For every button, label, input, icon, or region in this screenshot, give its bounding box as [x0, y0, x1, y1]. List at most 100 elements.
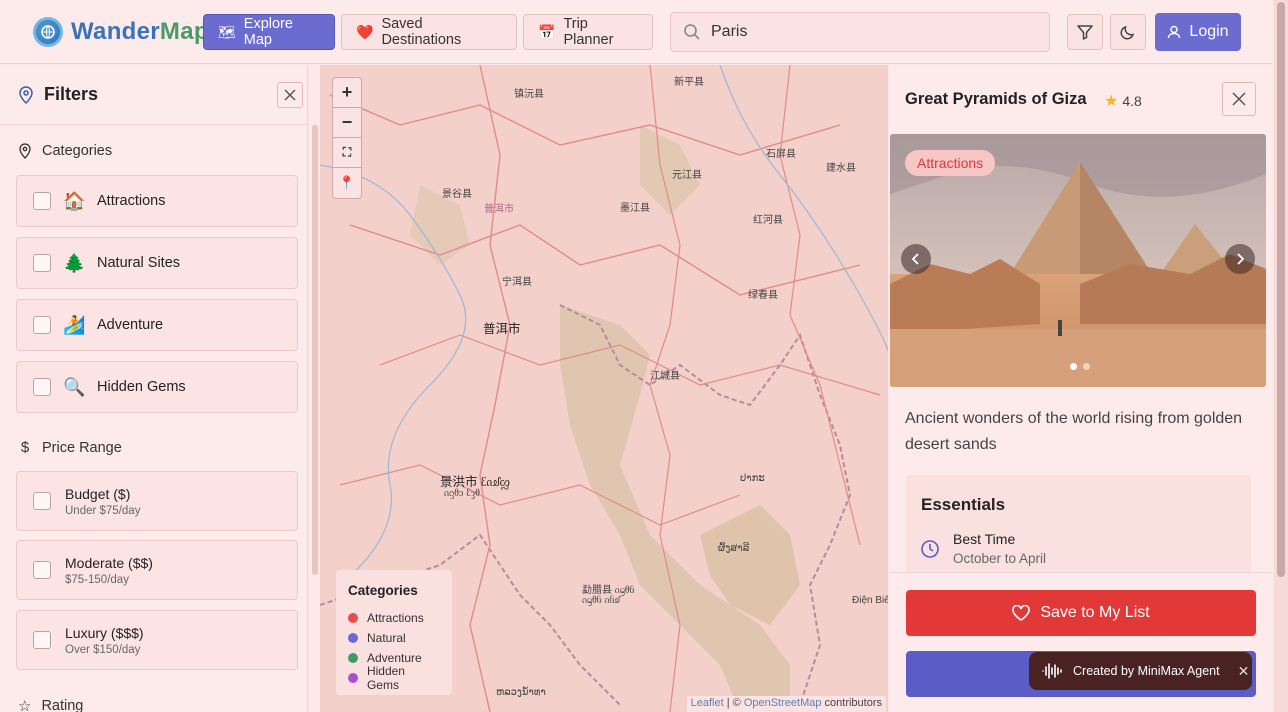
toast-close-icon[interactable]: ✕ — [1238, 663, 1250, 680]
map-view[interactable]: 镇沅县 新平县 石屏县 元江县 墨江县 景谷县 普洱市 建水县 红河县 宁洱县 … — [320, 65, 888, 712]
legend-label: Adventure — [367, 651, 422, 665]
explore-map-button[interactable]: 🗺 Explore Map — [203, 14, 335, 50]
adventure-label: Adventure — [97, 317, 164, 333]
luxury-title: Luxury ($$$) — [65, 624, 144, 641]
app-logo[interactable]: WanderMap — [33, 17, 209, 47]
close-icon — [1232, 92, 1246, 106]
house-icon: 🏠 — [63, 190, 86, 211]
hidden-gems-checkbox[interactable] — [33, 378, 51, 396]
price-range-label: Price Range — [42, 439, 122, 456]
destination-detail-panel: Great Pyramids of Giza ★ 4.8 Attractions — [889, 65, 1272, 712]
natural-sites-checkbox[interactable] — [33, 254, 51, 272]
legend-dot — [348, 673, 358, 683]
login-button[interactable]: Login — [1155, 13, 1241, 51]
map-place-label: 红河县 — [753, 215, 783, 226]
map-place-label: 宁洱县 — [502, 277, 532, 288]
close-filters-button[interactable] — [277, 82, 303, 108]
search-bar[interactable] — [670, 12, 1050, 52]
surfer-icon: 🏄 — [63, 314, 86, 335]
save-to-list-button[interactable]: Save to My List — [906, 590, 1256, 636]
toast-text: Created by MiniMax Agent — [1073, 664, 1220, 678]
close-icon — [284, 89, 296, 101]
map-city-label: 普洱市 — [483, 322, 521, 336]
budget-checkbox[interactable] — [33, 492, 51, 510]
filter-category-attractions[interactable]: 🏠 Attractions — [16, 175, 298, 227]
globe-icon — [33, 17, 63, 47]
legend-label: Hidden Gems — [366, 664, 405, 692]
map-place-label: 景谷县 — [442, 189, 472, 200]
map-place-label: 建水县 — [826, 163, 856, 174]
magnifier-icon: 🔍 — [63, 376, 86, 397]
leaflet-link[interactable]: Leaflet — [691, 697, 724, 709]
filter-category-natural-sites[interactable]: 🌲 Natural Sites — [16, 237, 298, 289]
legend-dot — [348, 633, 358, 643]
zoom-in-button[interactable]: + — [333, 78, 361, 108]
category-tag: Attractions — [905, 150, 996, 176]
map-place-label: 普洱市 — [484, 204, 514, 215]
created-by-toast: Created by MiniMax Agent ✕ — [1029, 652, 1252, 690]
hidden-gems-label: Hidden Gems — [97, 379, 186, 395]
filter-icon — [1077, 25, 1093, 40]
legend-label: Attractions — [367, 611, 424, 625]
luxury-subtitle: Over $150/day — [65, 643, 141, 656]
app-header: WanderMap 🗺 Explore Map ❤️ Saved Destina… — [0, 0, 1272, 64]
star-outline-icon: ☆ — [18, 698, 32, 712]
page-scrollbar[interactable] — [1274, 0, 1288, 712]
moderate-checkbox[interactable] — [33, 561, 51, 579]
page-scrollbar-thumb[interactable] — [1277, 2, 1285, 577]
filter-price-budget[interactable]: Budget ($) Under $75/day — [16, 471, 298, 531]
clock-icon — [921, 540, 939, 558]
filter-category-hidden-gems[interactable]: 🔍 Hidden Gems — [16, 361, 298, 413]
waveform-icon — [1042, 663, 1062, 679]
carousel-prev-button[interactable] — [901, 244, 931, 274]
close-detail-button[interactable] — [1222, 82, 1256, 116]
dark-mode-toggle[interactable] — [1110, 14, 1146, 50]
saved-destinations-label: Saved Destinations — [381, 16, 462, 48]
destination-photo-carousel[interactable]: Attractions — [890, 134, 1266, 387]
filter-category-adventure[interactable]: 🏄 Adventure — [16, 299, 298, 351]
trip-planner-button[interactable]: 📅 Trip Planner — [523, 14, 653, 50]
login-label: Login — [1189, 23, 1229, 40]
moderate-subtitle: $75-150/day — [65, 573, 129, 586]
rating-label: Rating — [41, 698, 84, 712]
essentials-title: Essentials — [921, 495, 1006, 514]
carousel-dot[interactable] — [1070, 363, 1077, 370]
filter-price-moderate[interactable]: Moderate ($$) $75-150/day — [16, 540, 298, 600]
map-place-label: ຫລວງນ້ຳທາ — [496, 687, 546, 698]
map-place-label: 元江县 — [672, 170, 702, 181]
map-place-label: 墨江县 — [620, 203, 650, 214]
legend-dot — [348, 653, 358, 663]
zoom-out-button[interactable]: − — [333, 108, 361, 138]
app-name: WanderMap — [71, 18, 209, 46]
rating-section-label: ☆ Rating — [18, 697, 83, 712]
legend-dot — [348, 613, 358, 623]
filter-toggle-button[interactable] — [1067, 14, 1103, 50]
map-legend: Categories Attractions Natural Adventure… — [336, 570, 452, 695]
tree-icon: 🌲 — [63, 252, 86, 273]
fullscreen-button[interactable]: ⛶ — [333, 138, 361, 168]
map-place-label: 石屏县 — [766, 149, 796, 160]
search-input[interactable] — [711, 23, 1031, 41]
carousel-next-button[interactable] — [1225, 244, 1255, 274]
sidebar-scrollbar[interactable] — [312, 125, 318, 575]
detail-actions: Save to My List — [889, 572, 1272, 712]
explore-map-label: Explore Map — [243, 16, 293, 48]
categories-section-label: Categories — [18, 143, 112, 159]
locate-button[interactable]: 📍 — [333, 168, 361, 198]
moderate-title: Moderate ($$) — [65, 554, 153, 571]
filter-price-luxury[interactable]: Luxury ($$$) Over $150/day — [16, 610, 298, 670]
saved-destinations-button[interactable]: ❤️ Saved Destinations — [341, 14, 517, 50]
legend-item: Hidden Gems — [348, 664, 440, 692]
attribution-separator: | © — [723, 697, 744, 709]
luxury-checkbox[interactable] — [33, 631, 51, 649]
destination-rating: ★ 4.8 — [1104, 91, 1142, 111]
adventure-checkbox[interactable] — [33, 316, 51, 334]
carousel-dot[interactable] — [1083, 363, 1090, 370]
budget-title: Budget ($) — [65, 485, 131, 502]
osm-link[interactable]: OpenStreetMap — [744, 697, 822, 709]
trip-planner-label: Trip Planner — [563, 16, 614, 48]
categories-label: Categories — [42, 143, 113, 159]
price-section-label: $ Price Range — [18, 439, 122, 456]
attractions-checkbox[interactable] — [33, 192, 51, 210]
star-icon: ★ — [1104, 93, 1119, 110]
